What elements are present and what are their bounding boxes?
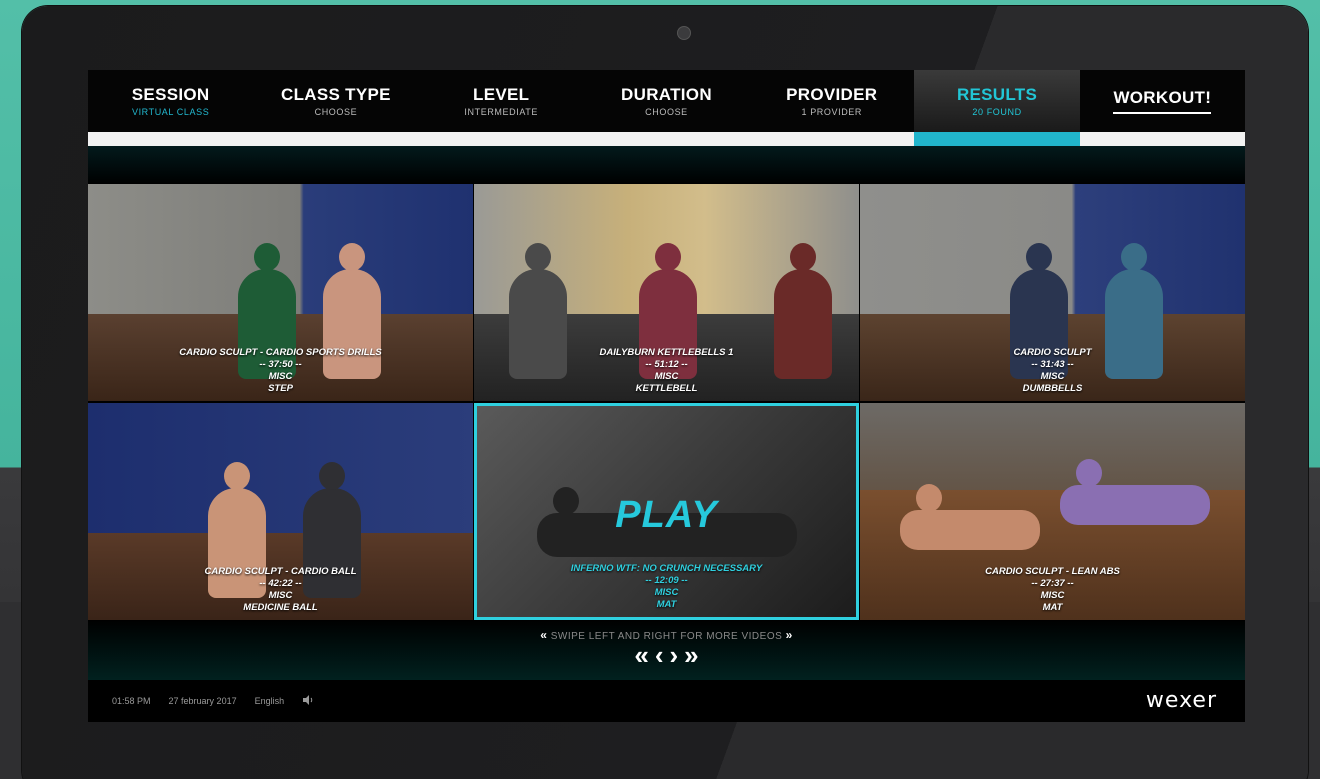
video-equipment: MAT <box>1042 602 1063 613</box>
video-tile[interactable]: CARDIO SCULPT - CARDIO BALL -- 42:22 -- … <box>88 403 473 620</box>
video-category: MISC <box>654 587 679 598</box>
nav-step-subtitle: CHOOSE <box>645 107 688 117</box>
video-category: MISC <box>1040 590 1065 601</box>
nav-step-subtitle: 1 PROVIDER <box>801 107 863 117</box>
header-gradient <box>88 146 1245 184</box>
video-tile[interactable]: CARDIO SCULPT - LEAN ABS -- 27:37 -- MIS… <box>860 403 1245 620</box>
video-title: CARDIO SCULPT <box>1013 347 1092 358</box>
video-category: MISC <box>1040 371 1065 382</box>
double-chevron-right-icon: » <box>785 628 793 642</box>
swipe-hint: « SWIPE LEFT AND RIGHT FOR MORE VIDEOS » <box>88 628 1245 642</box>
progress-active-segment <box>914 132 1080 146</box>
app-screen: SESSION VIRTUAL CLASS CLASS TYPE CHOOSE … <box>88 70 1245 722</box>
double-chevron-left-icon: « <box>540 628 548 642</box>
last-page-button[interactable]: » <box>684 642 698 668</box>
video-duration: -- 31:43 -- <box>1031 359 1074 370</box>
nav-step-duration[interactable]: DURATION CHOOSE <box>584 70 749 132</box>
video-title: CARDIO SCULPT - CARDIO BALL <box>204 566 357 577</box>
video-tile[interactable]: DAILYBURN KETTLEBELLS 1 -- 51:12 -- MISC… <box>474 184 859 401</box>
video-caption: CARDIO SCULPT -- 31:43 -- MISC DUMBBELLS <box>860 347 1245 395</box>
play-button[interactable]: PLAY <box>477 494 856 537</box>
nav-step-results[interactable]: RESULTS 20 FOUND <box>914 70 1080 132</box>
video-title: CARDIO SCULPT - CARDIO SPORTS DRILLS <box>179 347 382 358</box>
video-equipment: MEDICINE BALL <box>243 602 318 613</box>
prev-page-button[interactable]: ‹ <box>655 642 664 668</box>
video-caption: CARDIO SCULPT - CARDIO BALL -- 42:22 -- … <box>88 566 473 614</box>
video-duration: -- 27:37 -- <box>1031 578 1074 589</box>
nav-step-subtitle: 20 FOUND <box>972 107 1022 117</box>
video-equipment: MAT <box>656 599 677 610</box>
video-equipment: STEP <box>268 383 293 394</box>
video-category: MISC <box>268 590 293 601</box>
trainer-figure <box>1060 459 1210 525</box>
video-title: INFERNO WTF: NO CRUNCH NECESSARY <box>570 563 763 574</box>
speaker-icon[interactable] <box>302 694 314 708</box>
next-page-button[interactable]: › <box>670 642 679 668</box>
nav-step-subtitle: CHOOSE <box>314 107 358 117</box>
video-equipment: KETTLEBELL <box>635 383 698 394</box>
nav-step-subtitle: VIRTUAL CLASS <box>131 107 210 117</box>
nav-step-subtitle: INTERMEDIATE <box>464 107 538 117</box>
current-date: 27 february 2017 <box>168 696 237 706</box>
pager: « ‹ › » <box>88 642 1245 668</box>
video-grid: CARDIO SCULPT - CARDIO SPORTS DRILLS -- … <box>88 184 1245 620</box>
video-title: DAILYBURN KETTLEBELLS 1 <box>599 347 734 358</box>
video-tile[interactable]: CARDIO SCULPT - CARDIO SPORTS DRILLS -- … <box>88 184 473 401</box>
video-title: CARDIO SCULPT - LEAN ABS <box>985 566 1120 577</box>
camera-icon <box>677 26 691 40</box>
video-tile[interactable]: CARDIO SCULPT -- 31:43 -- MISC DUMBBELLS <box>860 184 1245 401</box>
nav-step-title: SESSION <box>131 85 210 104</box>
wizard-nav: SESSION VIRTUAL CLASS CLASS TYPE CHOOSE … <box>88 70 1245 132</box>
video-category: MISC <box>268 371 293 382</box>
video-caption: DAILYBURN KETTLEBELLS 1 -- 51:12 -- MISC… <box>474 347 859 395</box>
first-page-button[interactable]: « <box>634 642 648 668</box>
workout-button-label: WORKOUT! <box>1113 88 1212 114</box>
video-equipment: DUMBBELLS <box>1022 383 1083 394</box>
video-duration: -- 42:22 -- <box>259 578 302 589</box>
nav-step-class-type[interactable]: CLASS TYPE CHOOSE <box>253 70 418 132</box>
video-category: MISC <box>654 371 679 382</box>
trainer-figure <box>900 484 1040 550</box>
swipe-controls: « SWIPE LEFT AND RIGHT FOR MORE VIDEOS »… <box>88 620 1245 680</box>
nav-step-title: RESULTS <box>956 85 1038 104</box>
nav-step-title: DURATION <box>621 85 712 104</box>
language-selector[interactable]: English <box>255 696 285 706</box>
video-caption: INFERNO WTF: NO CRUNCH NECESSARY -- 12:0… <box>477 563 856 611</box>
status-footer: 01:58 PM 27 february 2017 English wexer <box>88 680 1245 722</box>
nav-step-session[interactable]: SESSION VIRTUAL CLASS <box>88 70 253 132</box>
workout-button[interactable]: WORKOUT! <box>1080 70 1245 132</box>
brand-logo: wexer <box>1145 688 1217 713</box>
swipe-hint-text: SWIPE LEFT AND RIGHT FOR MORE VIDEOS <box>550 631 783 642</box>
nav-step-title: CLASS TYPE <box>281 85 391 104</box>
video-tile-selected[interactable]: PLAY INFERNO WTF: NO CRUNCH NECESSARY --… <box>474 403 859 620</box>
nav-step-title: LEVEL <box>473 85 530 104</box>
video-duration: -- 37:50 -- <box>259 359 302 370</box>
nav-step-provider[interactable]: PROVIDER 1 PROVIDER <box>749 70 914 132</box>
nav-step-level[interactable]: LEVEL INTERMEDIATE <box>419 70 584 132</box>
video-caption: CARDIO SCULPT - CARDIO SPORTS DRILLS -- … <box>88 347 473 395</box>
clock-time: 01:58 PM <box>112 696 151 706</box>
video-duration: -- 51:12 -- <box>645 359 688 370</box>
nav-step-title: PROVIDER <box>786 85 878 104</box>
video-thumbnail <box>88 403 473 538</box>
wizard-progress-bar <box>88 132 1245 146</box>
video-duration: -- 12:09 -- <box>645 575 688 586</box>
video-caption: CARDIO SCULPT - LEAN ABS -- 27:37 -- MIS… <box>860 566 1245 614</box>
